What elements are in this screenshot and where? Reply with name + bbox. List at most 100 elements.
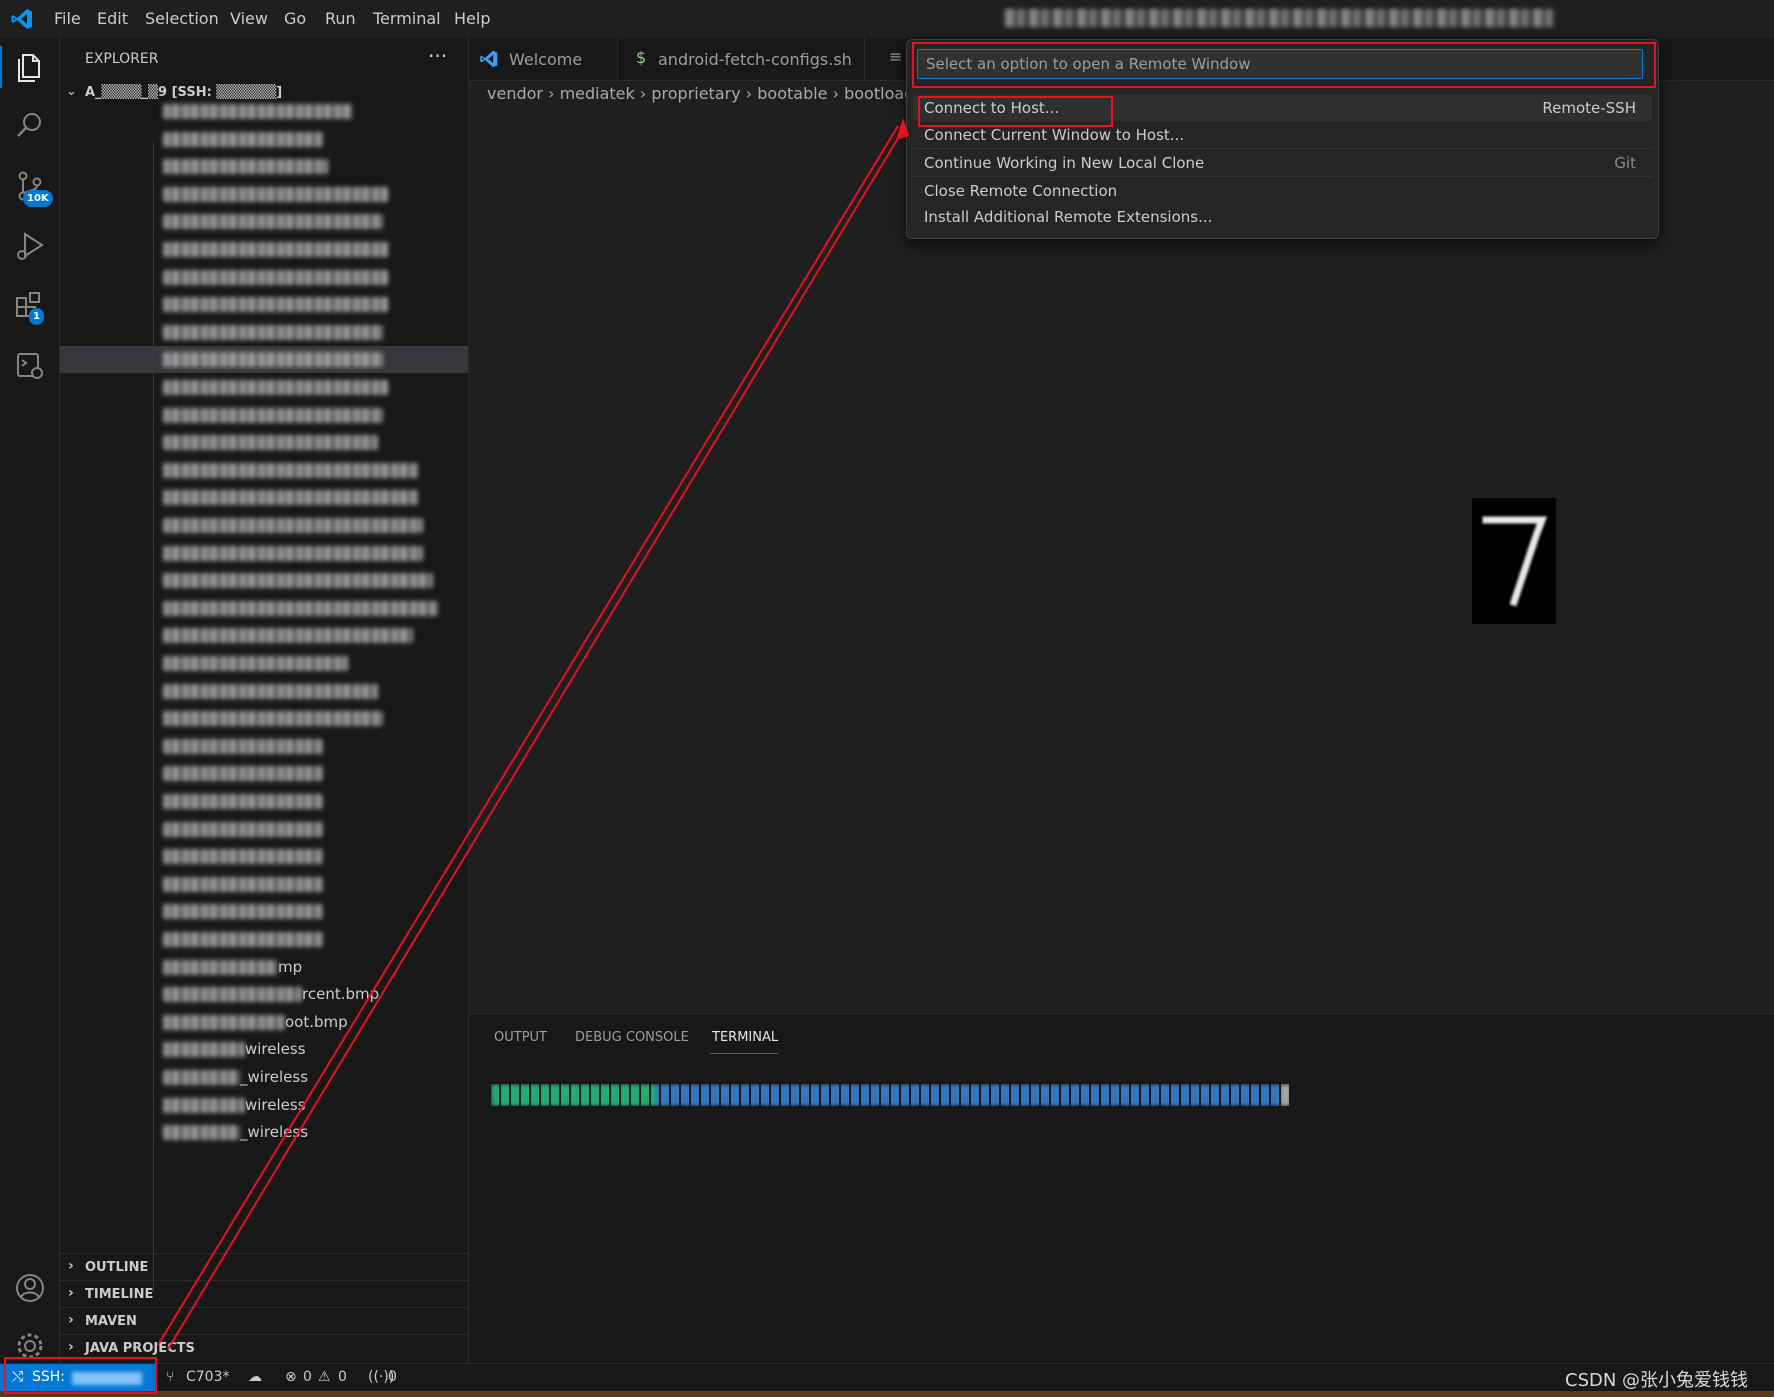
file-tree-item[interactable] <box>60 733 468 760</box>
more-actions-icon[interactable]: ··· <box>428 44 447 68</box>
file-tree-item[interactable] <box>60 650 468 677</box>
status-bar: ⤭ SSH: ⑂ C703* ☁ ⊗ 0 ⚠ 0 ((·)) 0 CSDN @张… <box>0 1363 1774 1392</box>
file-tree-item[interactable]: _wireless <box>60 1064 468 1091</box>
quick-pick-connect-current-window[interactable]: Connect Current Window to Host... <box>913 122 1652 148</box>
panel-tab-terminal[interactable]: TERMINAL <box>712 1030 778 1045</box>
file-tree-item[interactable]: mp <box>60 954 468 981</box>
file-tree-item[interactable] <box>60 181 468 208</box>
bottom-panel: OUTPUT DEBUG CONSOLE TERMINAL <box>469 1013 1774 1364</box>
ports-count[interactable]: 0 <box>388 1369 397 1385</box>
section-maven[interactable]: › MAVEN <box>60 1307 468 1335</box>
menu-go[interactable]: Go <box>284 9 306 28</box>
file-tree-item[interactable]: rcent.bmp <box>60 981 468 1008</box>
file-name-redacted <box>163 987 302 1003</box>
file-tree-item[interactable] <box>60 512 468 539</box>
menu-view[interactable]: View <box>230 9 268 28</box>
explorer-files-icon[interactable] <box>12 49 48 85</box>
file-name-redacted <box>163 794 323 809</box>
file-tree-item[interactable] <box>60 374 468 401</box>
chevron-right-icon: › <box>639 84 652 103</box>
warning-icon: ⚠ <box>318 1369 331 1385</box>
file-name-redacted <box>163 1125 240 1141</box>
file-tree-item[interactable] <box>60 98 468 125</box>
breadcrumb-item[interactable]: proprietary <box>651 84 740 103</box>
menu-edit[interactable]: Edit <box>97 9 128 28</box>
quick-pick-input[interactable] <box>917 49 1643 79</box>
panel-tab-output[interactable]: OUTPUT <box>494 1030 547 1045</box>
file-tree-item[interactable] <box>60 126 468 153</box>
section-outline[interactable]: › OUTLINE <box>60 1253 468 1281</box>
breadcrumb-item[interactable]: mediatek <box>560 84 635 103</box>
file-tree-item[interactable] <box>60 208 468 235</box>
file-name-redacted <box>163 545 423 561</box>
file-name-redacted <box>163 904 323 920</box>
file-tree-item[interactable] <box>60 540 468 567</box>
remote-indicator[interactable]: ⤭ SSH: <box>0 1364 157 1392</box>
file-tree-item[interactable] <box>60 153 468 180</box>
file-tree-item[interactable] <box>60 319 468 346</box>
section-java-projects[interactable]: › JAVA PROJECTS <box>60 1334 468 1362</box>
digit-seven-image <box>1472 498 1556 624</box>
file-tree-item[interactable]: wireless <box>60 1036 468 1063</box>
panel-tab-debug-console[interactable]: DEBUG CONSOLE <box>575 1030 689 1045</box>
file-tree-item[interactable] <box>60 484 468 511</box>
file-tree-item[interactable]: _wireless <box>60 1119 468 1146</box>
menu-terminal[interactable]: Terminal <box>373 9 441 28</box>
quick-pick-close-remote[interactable]: Close Remote Connection <box>913 178 1652 204</box>
error-count[interactable]: 0 <box>303 1369 312 1385</box>
file-tree-item[interactable] <box>60 622 468 649</box>
sync-icon[interactable]: ☁ <box>248 1369 262 1385</box>
file-tree-item[interactable] <box>60 760 468 787</box>
editor-area[interactable] <box>469 106 1774 1013</box>
file-tree-item[interactable] <box>60 264 468 291</box>
file-name-redacted <box>163 242 388 257</box>
menu-selection[interactable]: Selection <box>145 9 219 28</box>
file-tree-item[interactable] <box>60 926 468 953</box>
title-bar: File Edit Selection View Go Run Terminal… <box>0 0 1774 39</box>
breadcrumb-item[interactable]: bootable <box>757 84 827 103</box>
file-name-redacted <box>163 131 323 147</box>
menu-file[interactable]: File <box>54 9 81 28</box>
search-icon[interactable] <box>12 108 48 144</box>
section-timeline[interactable]: › TIMELINE <box>60 1280 468 1308</box>
terminal-prompt-redacted[interactable] <box>491 1084 1291 1106</box>
menu-help[interactable]: Help <box>454 9 490 28</box>
tab-welcome[interactable]: Welcome <box>469 38 618 80</box>
file-tree-item[interactable] <box>60 346 468 374</box>
file-tree-item[interactable] <box>60 567 468 594</box>
file-tree-item[interactable] <box>60 429 468 456</box>
file-tree-item[interactable] <box>60 705 468 732</box>
menu-run[interactable]: Run <box>325 9 356 28</box>
activity-bar: 10K 1 <box>0 38 60 1363</box>
quick-pick-install-extensions[interactable]: Install Additional Remote Extensions... <box>913 204 1652 230</box>
file-tree-item[interactable] <box>60 236 468 263</box>
branch-name[interactable]: C703* <box>186 1369 230 1385</box>
file-tree-item[interactable]: oot.bmp <box>60 1009 468 1036</box>
file-tree-item[interactable] <box>60 898 468 925</box>
file-tree-item[interactable] <box>60 678 468 705</box>
extensions-badge: 1 <box>29 308 44 325</box>
account-icon[interactable] <box>12 1270 48 1306</box>
run-debug-icon[interactable] <box>12 228 48 264</box>
breadcrumb-item[interactable]: vendor <box>487 84 543 103</box>
file-tree-item[interactable] <box>60 843 468 870</box>
remote-explorer-icon[interactable] <box>12 348 48 384</box>
file-name-redacted <box>163 876 323 892</box>
file-name-redacted <box>163 1042 245 1058</box>
quick-pick-connect-to-host[interactable]: Connect to Host... Remote-SSH <box>913 95 1652 121</box>
file-tree-item[interactable]: wireless <box>60 1092 468 1119</box>
file-name-redacted <box>163 352 383 368</box>
file-tree-item[interactable] <box>60 595 468 622</box>
file-tree-item[interactable] <box>60 291 468 318</box>
tab-android-fetch-configs[interactable]: $ android-fetch-configs.sh <box>618 38 865 80</box>
file-tree-item[interactable] <box>60 788 468 815</box>
file-tree-item[interactable] <box>60 871 468 898</box>
list-icon[interactable]: ≡ <box>889 47 902 66</box>
file-tree-item[interactable] <box>60 816 468 843</box>
file-tree-item[interactable] <box>60 402 468 429</box>
quick-pick-continue-local-clone[interactable]: Continue Working in New Local Clone Git <box>913 150 1652 176</box>
warning-count[interactable]: 0 <box>338 1369 347 1385</box>
gear-icon[interactable] <box>12 1328 48 1364</box>
file-tree-item[interactable] <box>60 457 468 484</box>
chevron-down-icon[interactable]: ⌄ <box>66 84 77 99</box>
